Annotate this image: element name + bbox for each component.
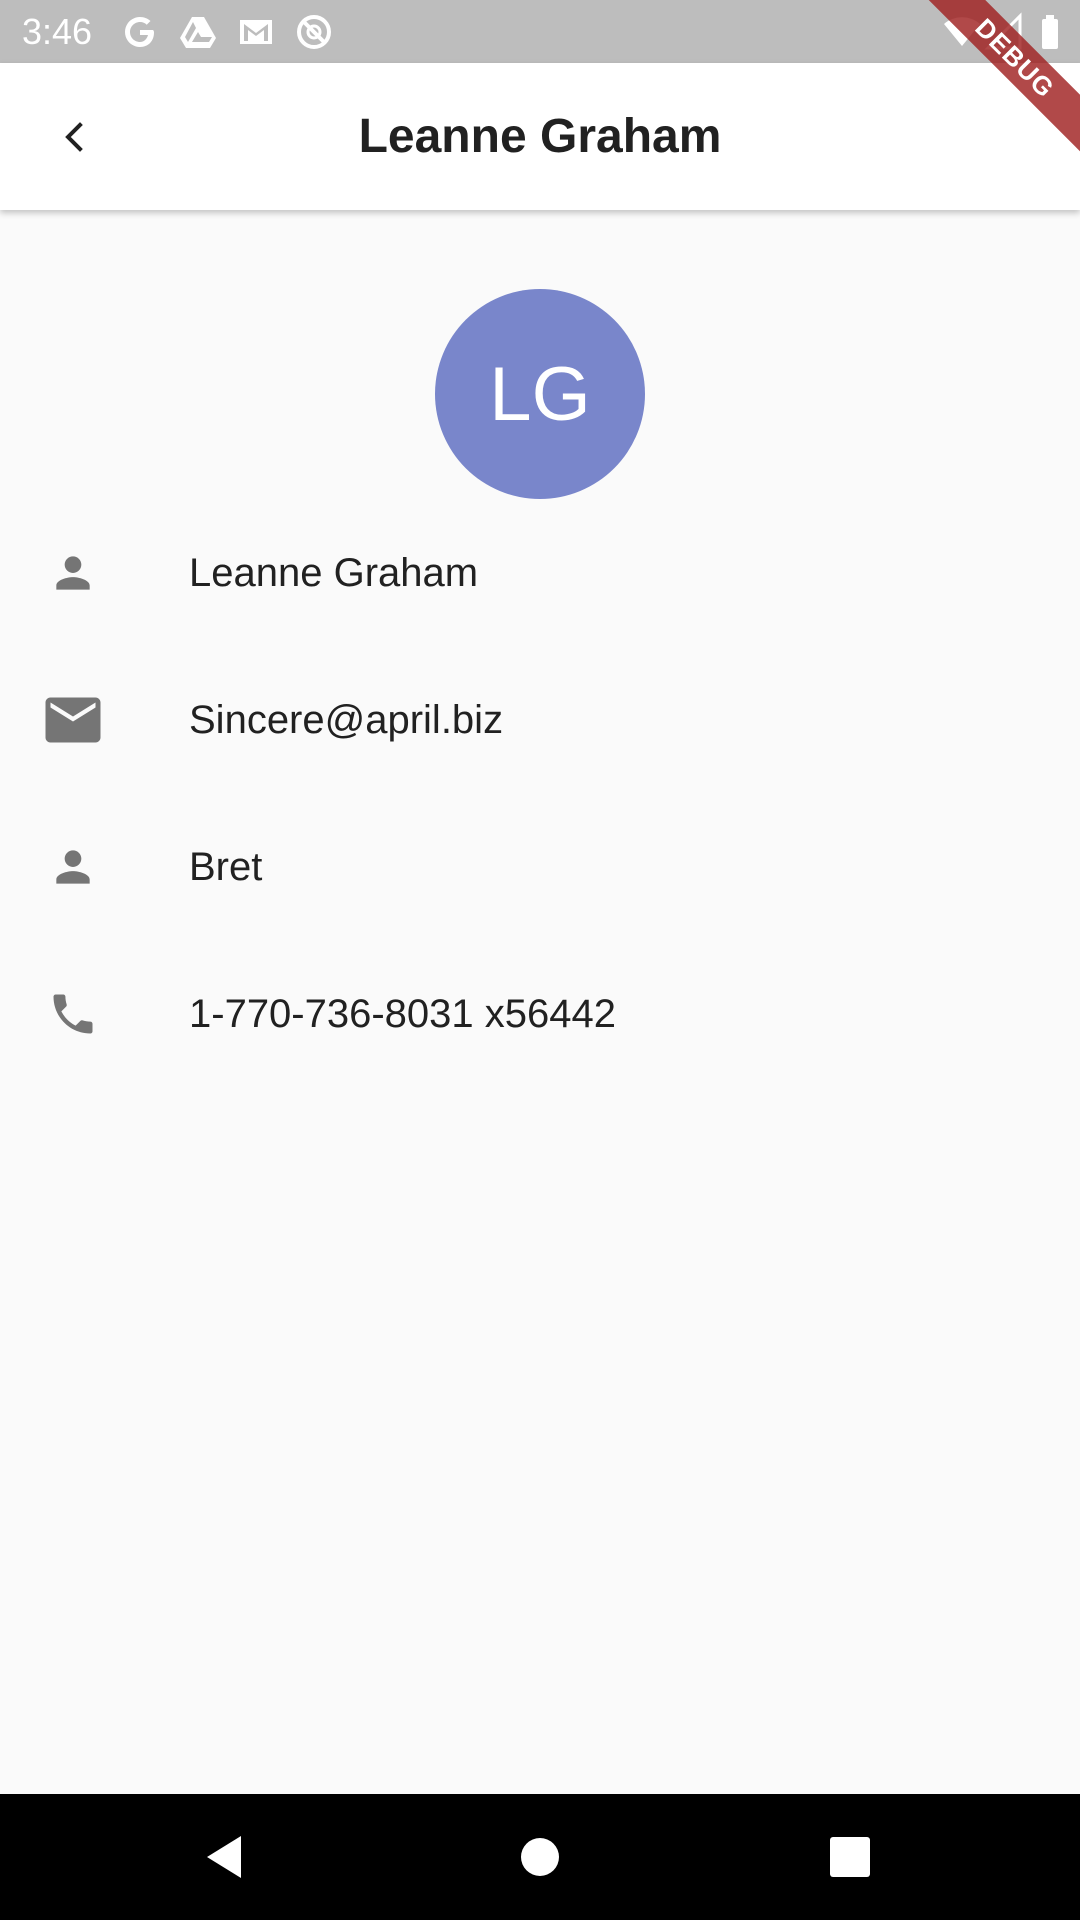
nav-recents-button[interactable]: [810, 1817, 890, 1897]
person-icon: [40, 545, 106, 601]
avatar: LG: [435, 289, 645, 499]
app-bar: Leanne Graham: [0, 63, 1080, 210]
circle-slash-icon: [297, 15, 331, 49]
home-circle-icon: [521, 1838, 559, 1876]
detail-row-name: Leanne Graham: [0, 499, 1080, 646]
battery-icon: [1042, 15, 1058, 49]
google-g-icon: [125, 17, 154, 47]
detail-username: Bret: [189, 845, 263, 889]
detail-email: Sincere@april.biz: [189, 698, 504, 742]
nav-home-button[interactable]: [500, 1817, 580, 1897]
nav-back-button[interactable]: [186, 1817, 266, 1897]
system-nav-bar: [0, 1794, 1080, 1920]
detail-row-phone: 1-770-736-8031 x56442: [0, 940, 1080, 1087]
recents-square-icon: [830, 1837, 870, 1877]
status-bar: 3:46: [0, 0, 1080, 63]
person-icon: [40, 839, 106, 895]
page-title: Leanne Graham: [358, 110, 722, 163]
gmail-icon: [240, 20, 272, 44]
detail-row-username: Bret: [0, 793, 1080, 940]
detail-phone: 1-770-736-8031 x56442: [189, 992, 617, 1036]
detail-name: Leanne Graham: [189, 551, 479, 595]
phone-icon: [40, 986, 106, 1042]
detail-row-email: Sincere@april.biz: [0, 646, 1080, 793]
back-triangle-icon: [207, 1836, 241, 1878]
drive-icon: [180, 17, 216, 48]
status-time: 3:46: [22, 11, 93, 52]
email-icon: [40, 692, 106, 748]
